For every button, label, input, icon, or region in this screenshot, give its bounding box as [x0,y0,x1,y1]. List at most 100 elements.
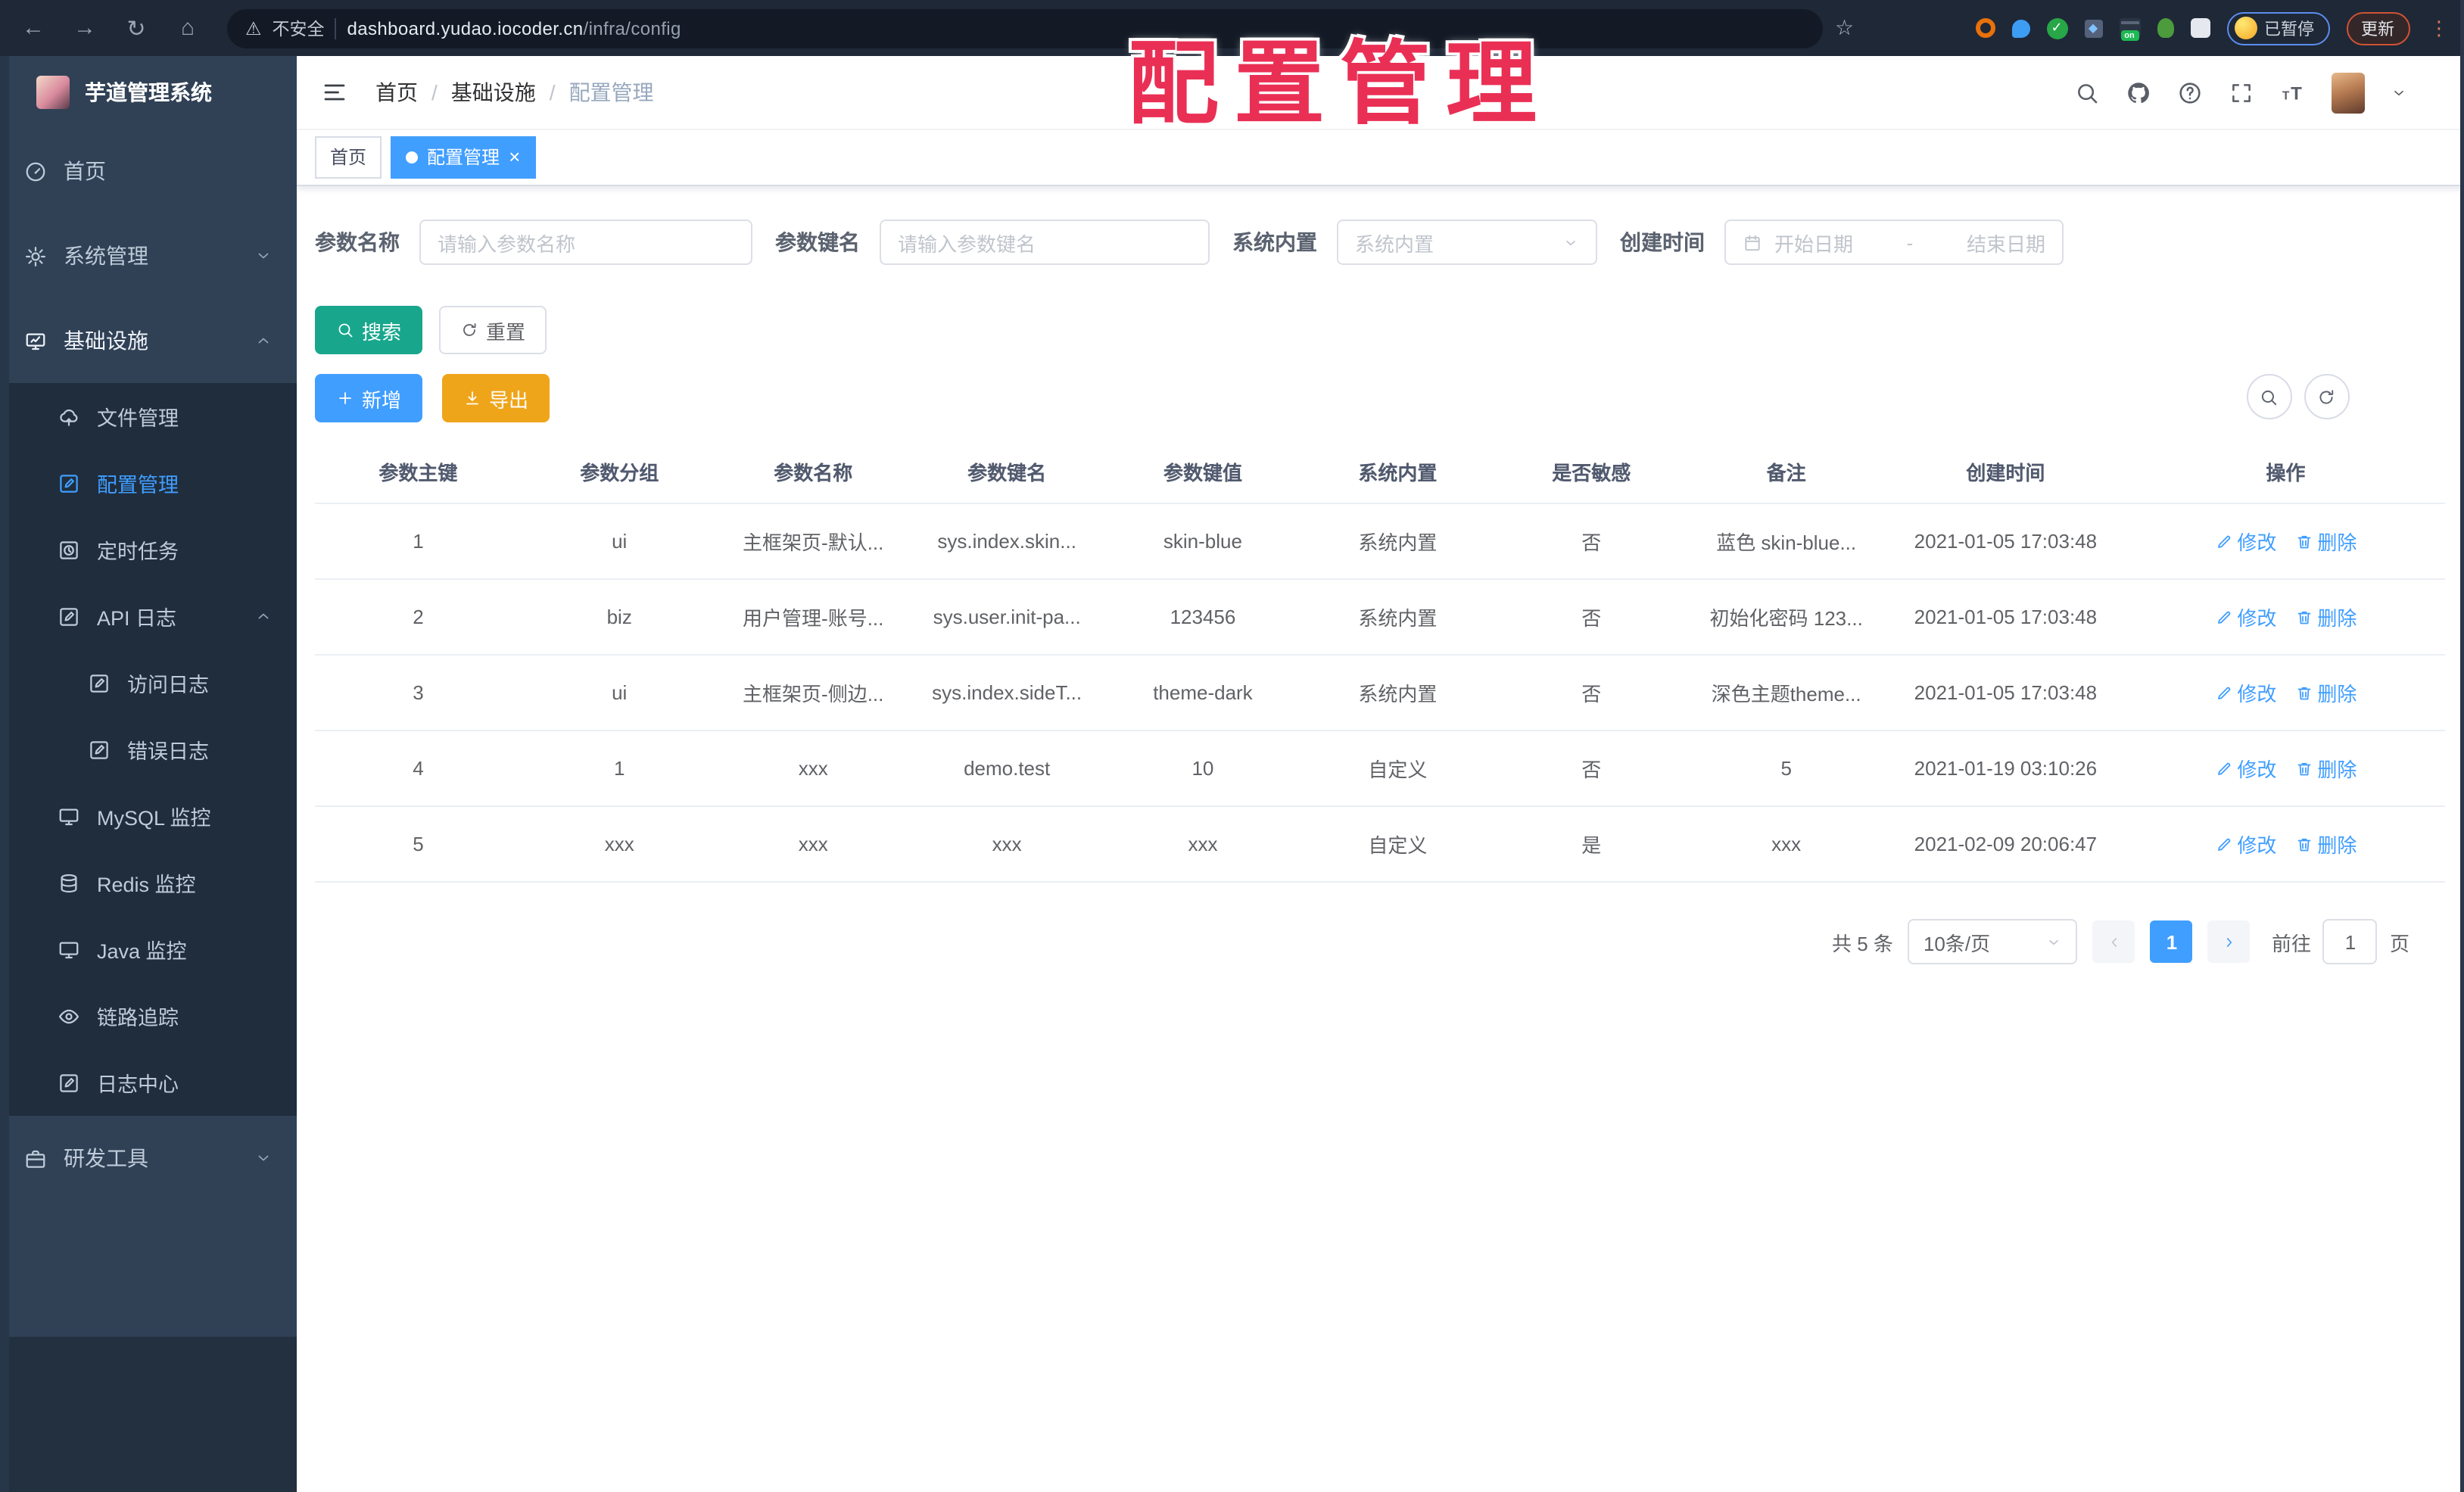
sidebar-item-error-log[interactable]: 错误日志 [0,716,297,783]
browser-menu-icon[interactable]: ⋮ [2429,16,2449,40]
sidebar-scrollbar[interactable] [0,56,9,1492]
edit-link[interactable]: 修改 [2214,527,2276,556]
cell-builtin: 自定义 [1301,730,1495,807]
current-page-button[interactable]: 1 [2150,920,2193,963]
next-page-button[interactable] [2207,920,2251,963]
sidebar-item-java-monitor[interactable]: Java 监控 [0,916,297,983]
paused-extension-chip[interactable]: 已暂停 [2226,11,2329,45]
log-icon [58,1071,80,1094]
bookmark-star-icon[interactable]: ☆ [1835,15,1854,41]
select-placeholder: 系统内置 [1355,232,1434,255]
trash-icon [2294,835,2313,853]
refresh-table-button[interactable] [2304,374,2349,419]
sidebar-item-access-log[interactable]: 访问日志 [0,649,297,716]
page-url[interactable]: dashboard.yudao.iocoder.cn/infra/config [347,17,681,39]
delete-link[interactable]: 删除 [2294,527,2357,556]
edit-link[interactable]: 修改 [2214,754,2276,783]
edit-link[interactable]: 修改 [2214,830,2276,858]
tab-home[interactable]: 首页 [315,135,382,178]
date-range-picker[interactable]: 开始日期 - 结束日期 [1724,220,2064,265]
help-icon[interactable] [2176,79,2202,105]
export-button[interactable]: 导出 [442,374,550,422]
param-name-input[interactable]: 请输入参数名称 [419,220,752,265]
avatar-caret-icon[interactable] [2390,84,2406,101]
sidebar-item-label: 首页 [64,159,106,183]
cell-value: 123456 [1104,579,1301,656]
edit-square-icon [58,472,80,494]
toggle-search-button[interactable] [2246,374,2291,419]
window-scrollbar[interactable] [2459,0,2464,1492]
search-icon[interactable] [2073,79,2099,105]
browser-update-button[interactable]: 更新 [2346,11,2409,45]
edit-link[interactable]: 修改 [2214,603,2276,631]
github-icon[interactable] [2125,79,2151,105]
extension-sprout-icon[interactable] [2157,18,2173,38]
sidebar-item-api-log[interactable]: API 日志 [0,583,297,649]
sidebar-item-infrastructure[interactable]: 基础设施 [0,298,297,383]
extension-check-icon[interactable]: ✓ [2046,17,2067,39]
refresh-icon [2316,387,2336,406]
delete-link[interactable]: 删除 [2294,678,2357,707]
extension-orange-icon[interactable] [1975,18,1995,38]
sidebar-item-file-manage[interactable]: 文件管理 [0,383,297,450]
sidebar-item-mysql-monitor[interactable]: MySQL 监控 [0,783,297,849]
extension-cube-icon[interactable]: ◆ [2084,19,2102,37]
search-button[interactable]: 搜索 [315,306,423,354]
sidebar-item-home[interactable]: 首页 [0,129,297,213]
extension-on-badge-icon[interactable]: on [2119,18,2140,41]
breadcrumb-home[interactable]: 首页 [375,77,418,107]
browser-forward-icon[interactable]: → [67,15,103,41]
extension-pin-icon[interactable] [2011,19,2029,37]
tab-config-manage[interactable]: 配置管理 × [391,135,536,178]
sidebar-item-system[interactable]: 系统管理 [0,213,297,298]
sidebar-item-dev-tools[interactable]: 研发工具 [0,1116,297,1201]
cell-value: theme-dark [1104,655,1301,731]
table-row: 2 biz 用户管理-账号... sys.user.init-pa... 123… [315,579,2444,656]
cloud-upload-icon [58,405,80,428]
fullscreen-icon[interactable] [2228,79,2254,105]
address-bar[interactable]: ⚠ 不安全 dashboard.yudao.iocoder.cn/infra/c… [227,8,1823,48]
sidebar-item-redis-monitor[interactable]: Redis 监控 [0,849,297,916]
param-key-input[interactable]: 请输入参数键名 [880,220,1210,265]
cell-actions: 修改 删除 [2126,655,2444,731]
search-actions-row: 搜索 重置 [315,306,547,354]
breadcrumb-section[interactable]: 基础设施 [451,77,536,107]
column-header: 创建时间 [1884,439,2127,504]
delete-link[interactable]: 删除 [2294,830,2357,858]
url-path: /infra/config [583,17,681,39]
close-icon[interactable]: × [509,147,520,167]
cell-value: skin-blue [1104,503,1301,580]
sidebar-item-config-manage[interactable]: 配置管理 [0,450,297,516]
font-size-icon[interactable] [2279,79,2305,105]
hamburger-icon[interactable] [321,79,348,106]
builtin-select[interactable]: 系统内置 [1337,220,1597,265]
user-avatar[interactable] [2331,72,2364,113]
add-button[interactable]: 新增 [315,374,423,422]
chevron-left-icon [2106,933,2123,950]
main-content: 参数名称 请输入参数名称 参数键名 请输入参数键名 系统内置 系统内置 创建时间… [297,186,2464,1492]
pencil-icon [2214,684,2232,702]
edit-link[interactable]: 修改 [2214,678,2276,707]
app-logo-row[interactable]: 芋道管理系统 [0,56,297,129]
goto-page-input[interactable]: 1 [2322,919,2378,964]
delete-link[interactable]: 删除 [2294,603,2357,631]
extensions-puzzle-icon[interactable] [2190,18,2210,38]
browser-back-icon[interactable]: ← [15,15,51,41]
sidebar-item-label: Java 监控 [97,940,187,963]
reset-button[interactable]: 重置 [439,306,547,354]
sidebar-item-log-center[interactable]: 日志中心 [0,1049,297,1116]
prev-page-button[interactable] [2092,920,2135,963]
sidebar-item-tracing[interactable]: 链路追踪 [0,983,297,1049]
sidebar-item-scheduled-jobs[interactable]: 定时任务 [0,516,297,583]
paused-label: 已暂停 [2264,20,2314,39]
edit-label: 修改 [2237,758,2277,781]
browser-home-icon[interactable]: ⌂ [170,15,206,41]
delete-link[interactable]: 删除 [2294,754,2357,783]
database-icon [58,871,80,894]
cell-id: 4 [315,730,522,807]
page-size-select[interactable]: 10条/页 [1908,919,2078,964]
browser-reload-icon[interactable]: ↻ [118,14,154,42]
builtin-label: 系统内置 [1232,230,1317,254]
tab-label: 首页 [330,147,367,168]
cell-actions: 修改 删除 [2126,730,2444,807]
